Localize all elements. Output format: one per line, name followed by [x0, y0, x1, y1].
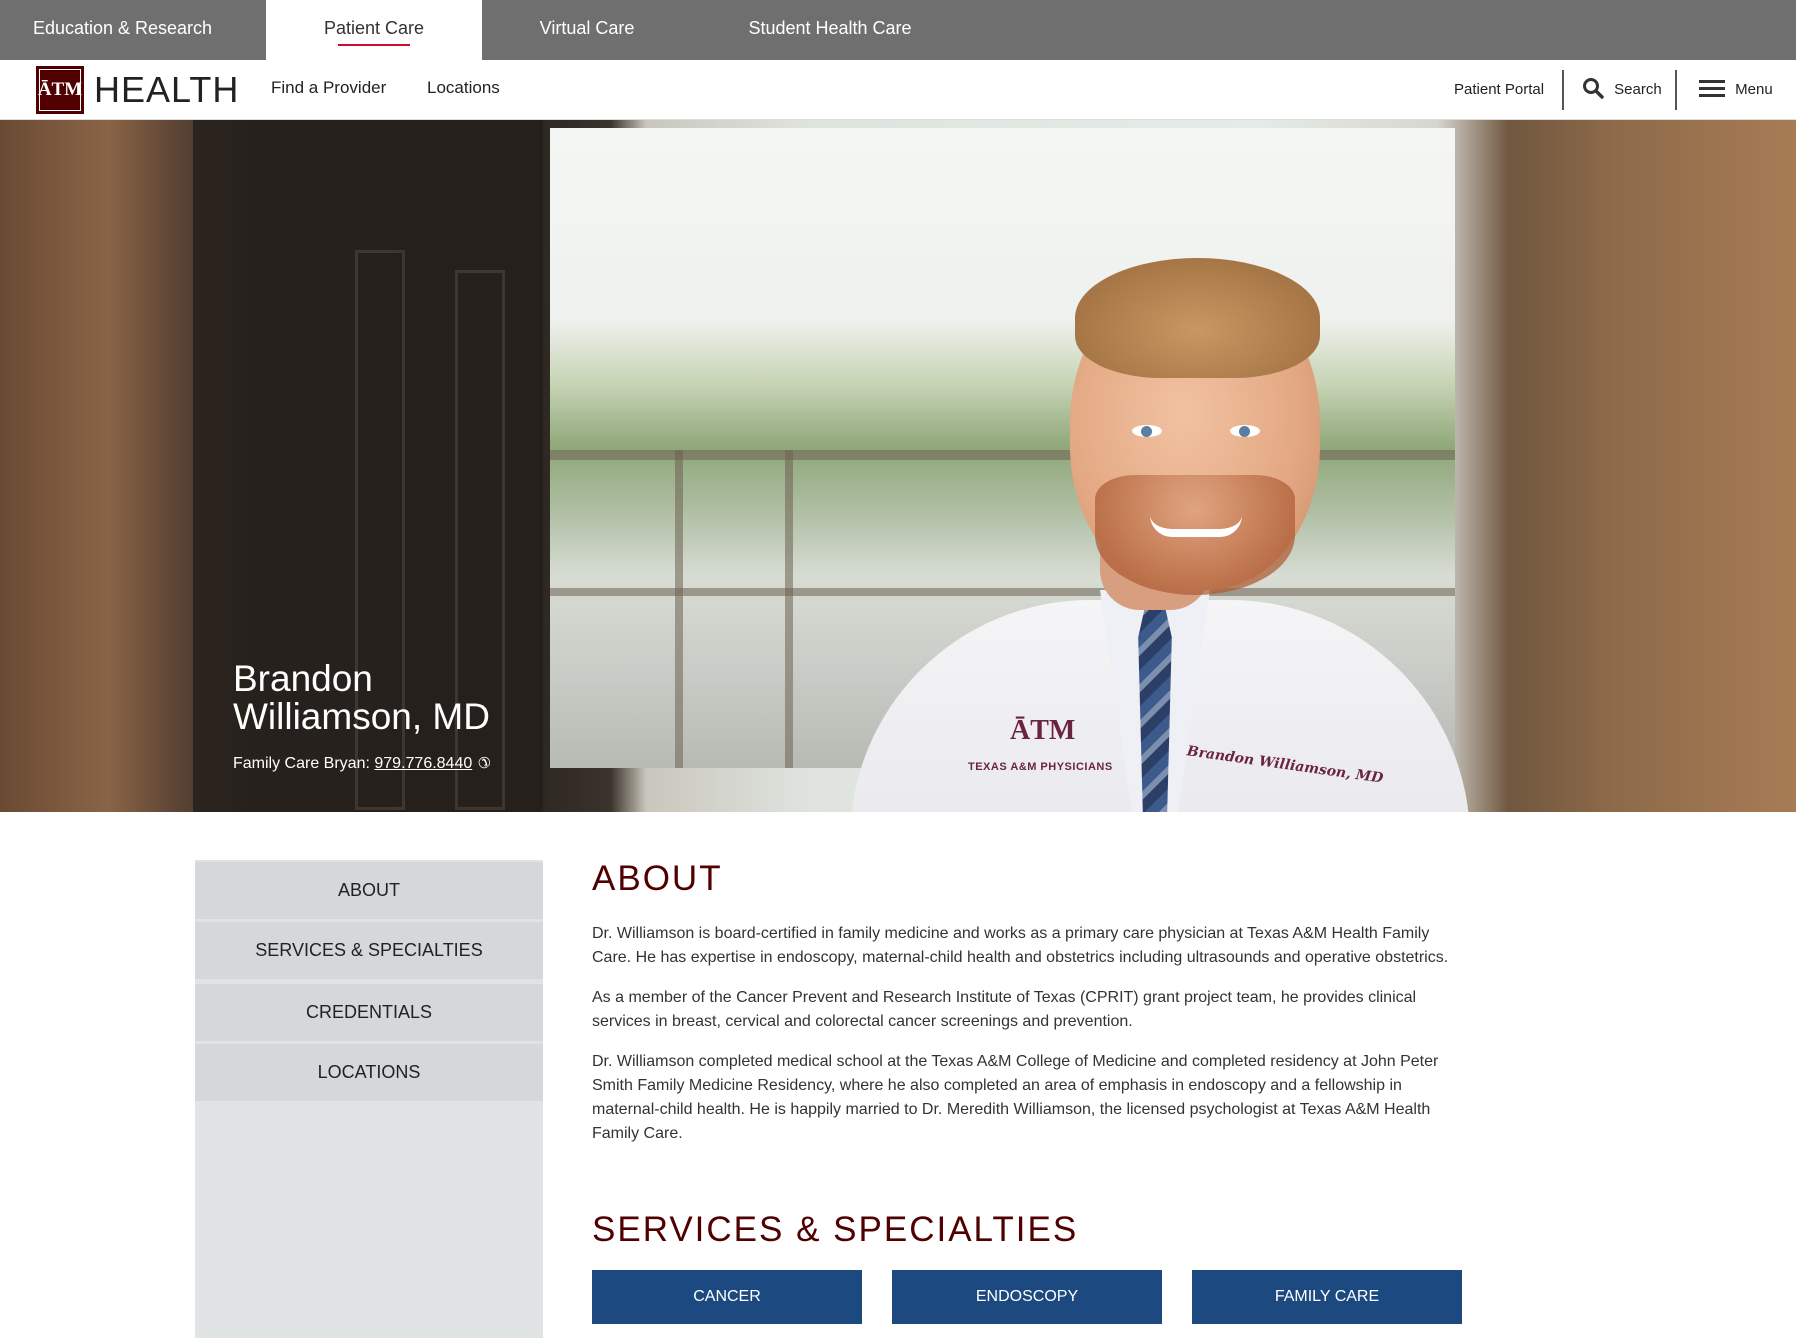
tab-virtual-care[interactable]: Virtual Care — [482, 0, 692, 60]
search-label: Search — [1614, 81, 1662, 98]
phone-link[interactable]: 979.776.8440 — [374, 755, 472, 772]
provider-name: Brandon Williamson, MD — [233, 660, 533, 736]
provider-contact: Family Care Bryan: 979.776.8440 ✆ — [233, 754, 491, 773]
active-tab-indicator — [338, 44, 410, 46]
window-frame — [675, 450, 683, 768]
about-heading: ABOUT — [592, 859, 723, 898]
nav-find-a-provider[interactable]: Find a Provider — [271, 78, 386, 98]
about-paragraph: As a member of the Cancer Prevent and Re… — [592, 989, 1417, 1030]
doctor-eye — [1230, 425, 1260, 437]
provider-hero: ĀTM TEXAS A&M PHYSICIANS Brandon William… — [0, 120, 1796, 812]
window-frame — [785, 450, 793, 768]
sidebar-item-locations[interactable]: LOCATIONS — [195, 1044, 543, 1101]
atm-logo[interactable]: ĀTM — [36, 66, 84, 114]
sidebar-item-about[interactable]: ABOUT — [195, 862, 543, 919]
patient-portal-link[interactable]: Patient Portal — [1454, 60, 1544, 120]
nav-divider — [1562, 70, 1564, 110]
provider-name-line2: Williamson, MD — [233, 696, 490, 737]
location-label: Family Care Bryan: — [233, 755, 370, 772]
nav-locations[interactable]: Locations — [427, 78, 500, 98]
coat-atm-logo: ĀTM — [1010, 715, 1076, 746]
service-button-cancer[interactable]: CANCER — [592, 1270, 862, 1324]
menu-button[interactable]: Menu — [1699, 60, 1773, 120]
health-wordmark[interactable]: HEALTH — [94, 68, 239, 112]
main-navigation: ĀTM HEALTH Find a Provider Locations Pat… — [0, 60, 1796, 120]
doctor-smile — [1150, 515, 1242, 537]
site-switcher-bar: Education & Research Patient Care Virtua… — [0, 0, 1796, 60]
sidebar-item-services-specialties[interactable]: SERVICES & SPECIALTIES — [195, 922, 543, 979]
menu-label: Menu — [1735, 81, 1773, 98]
service-button-family-care[interactable]: FAMILY CARE — [1192, 1270, 1462, 1324]
about-paragraph: Dr. Williamson completed medical school … — [592, 1053, 1439, 1142]
sidebar-item-credentials[interactable]: CREDENTIALS — [195, 984, 543, 1041]
tab-patient-care[interactable]: Patient Care — [266, 0, 482, 60]
doctor-eye — [1132, 425, 1162, 437]
section-sidebar: ABOUT SERVICES & SPECIALTIES CREDENTIALS… — [195, 860, 543, 1338]
main-content: ABOUT Dr. Williamson is board-certified … — [592, 860, 1462, 1250]
doctor-hair — [1075, 258, 1320, 378]
window-frame — [550, 588, 1455, 596]
tab-student-health-care[interactable]: Student Health Care — [730, 0, 930, 60]
provider-name-line1: Brandon — [233, 658, 373, 699]
search-icon — [1583, 78, 1604, 99]
nav-divider — [1675, 70, 1677, 110]
service-button-endoscopy[interactable]: ENDOSCOPY — [892, 1270, 1162, 1324]
coat-embroidery-text: TEXAS A&M PHYSICIANS — [968, 761, 1113, 773]
search-button[interactable]: Search — [1582, 60, 1662, 120]
services-heading: SERVICES & SPECIALTIES — [592, 1210, 1079, 1249]
tab-patient-care-label: Patient Care — [323, 18, 425, 38]
tab-education-research[interactable]: Education & Research — [0, 0, 245, 60]
about-paragraph: Dr. Williamson is board-certified in fam… — [592, 925, 1449, 966]
phone-icon[interactable]: ✆ — [478, 754, 491, 772]
hamburger-menu-icon — [1699, 80, 1725, 97]
